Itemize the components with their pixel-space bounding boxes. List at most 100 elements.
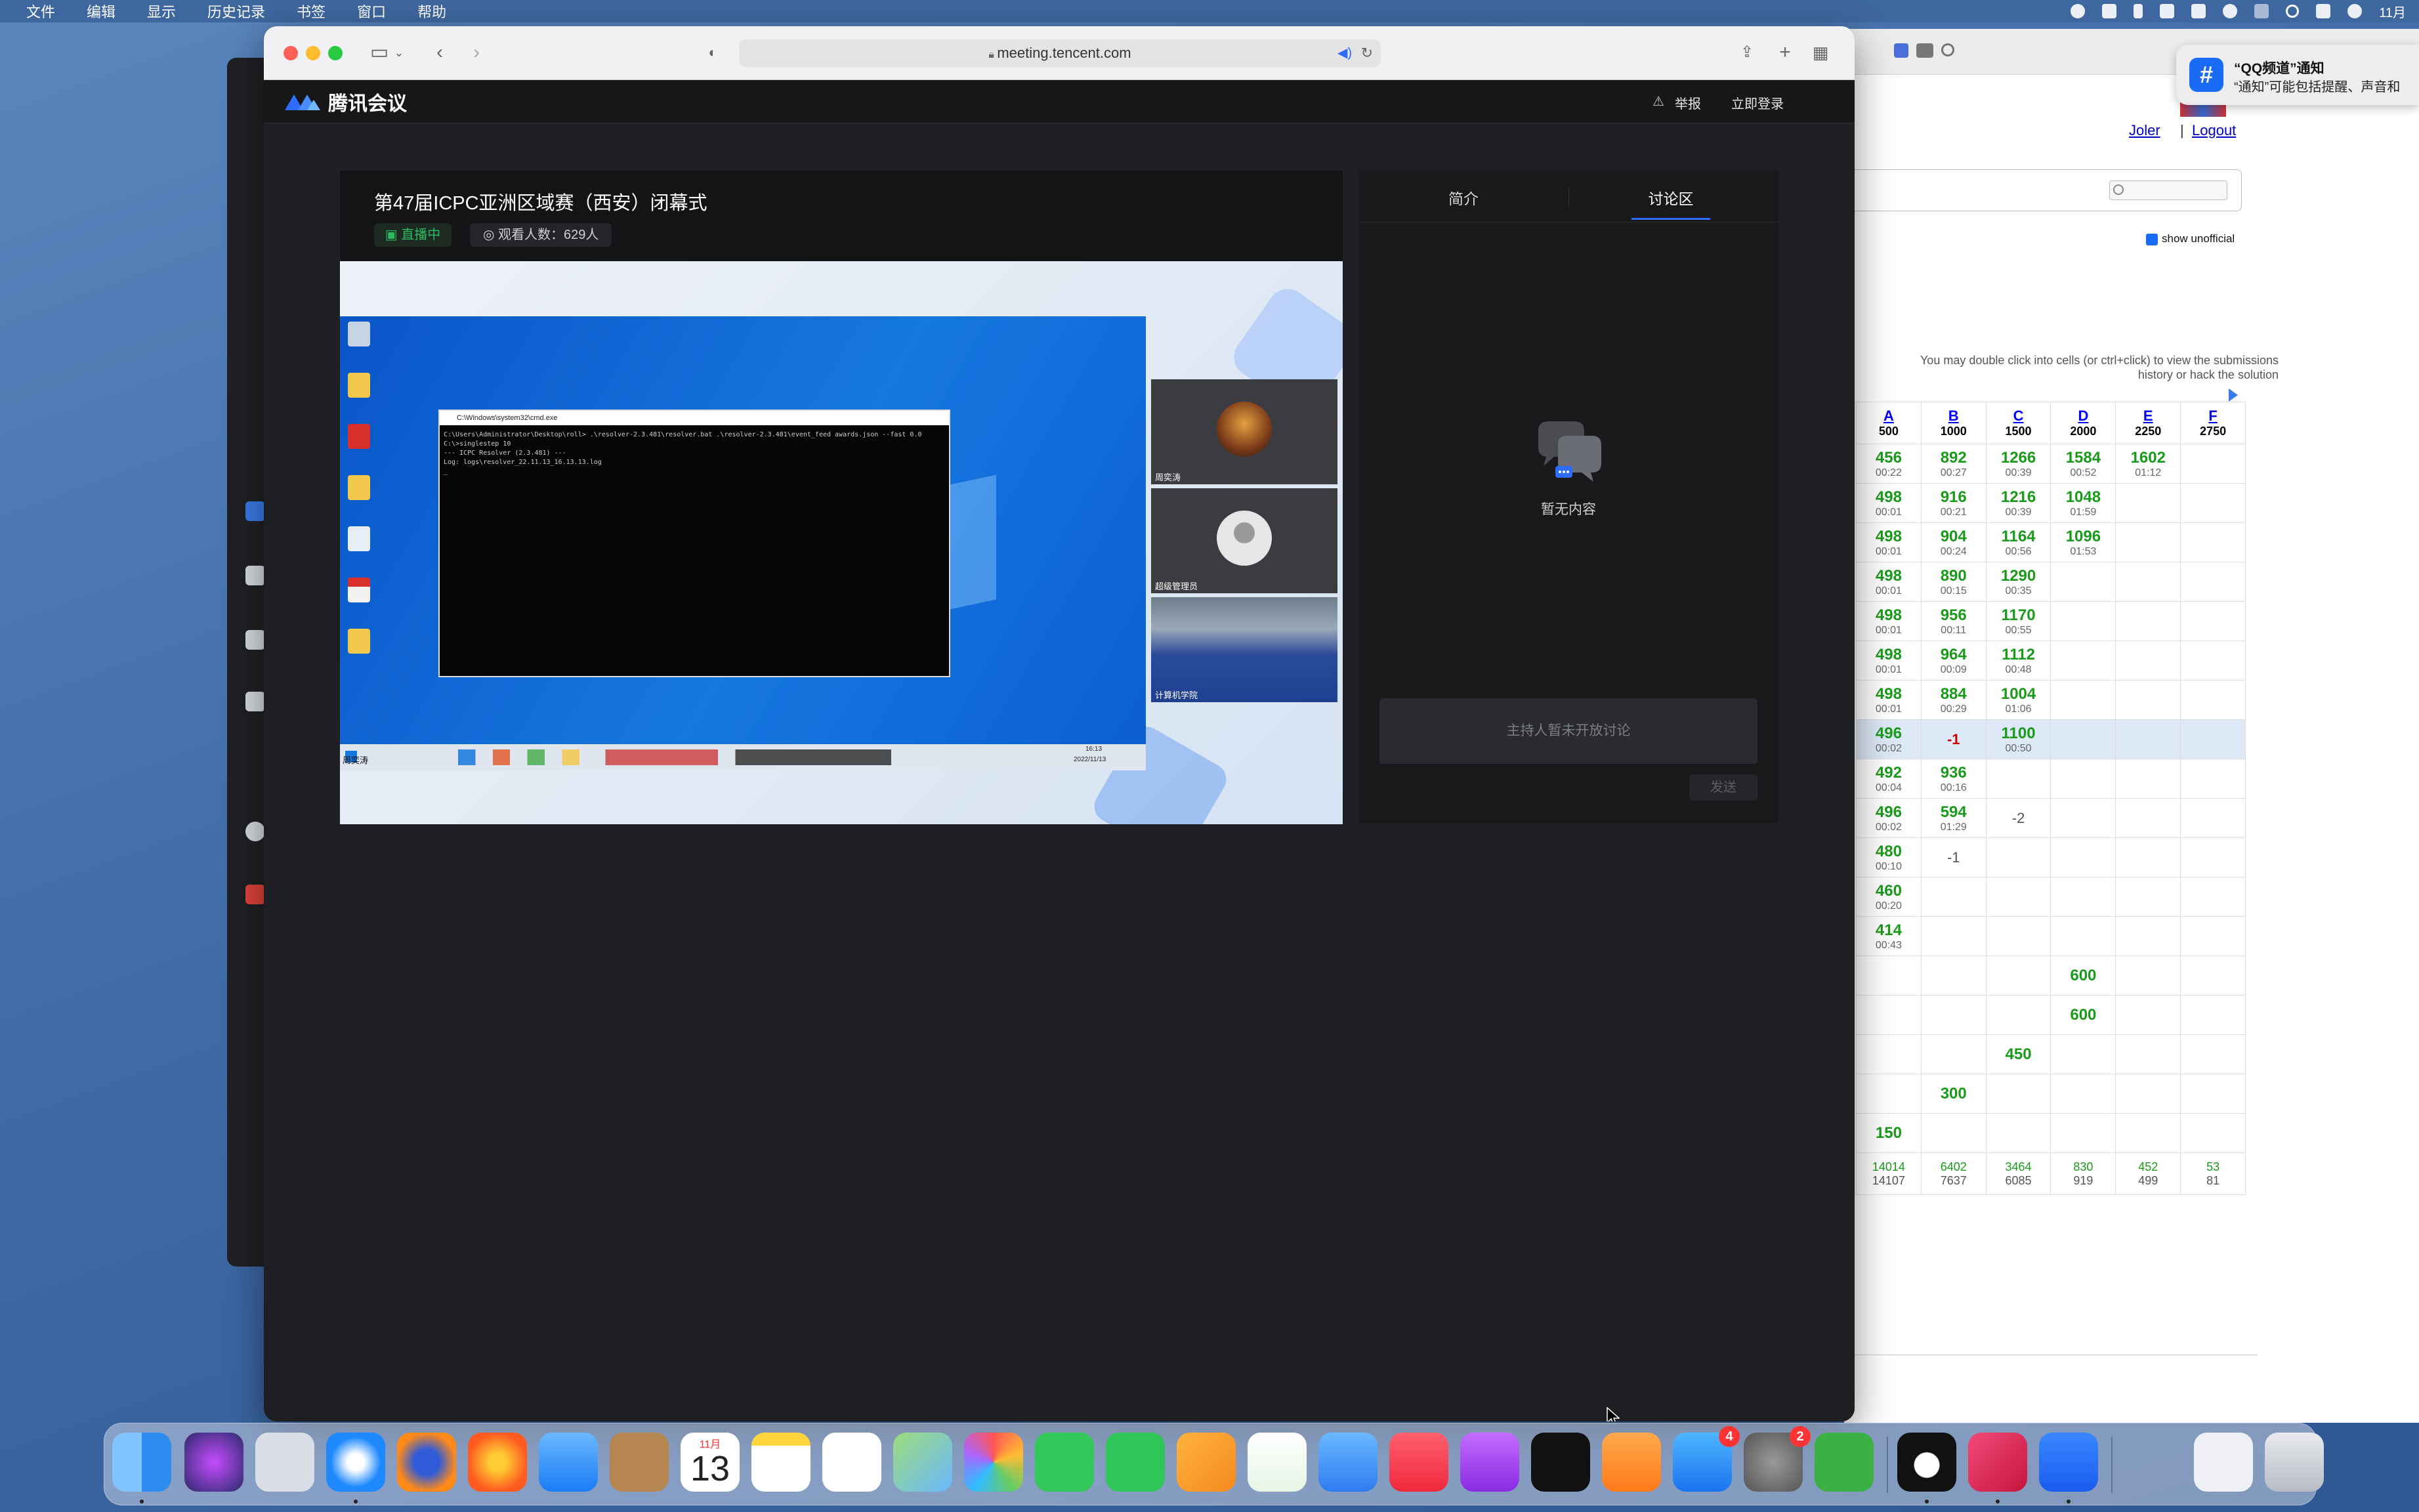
bluetooth-icon[interactable] xyxy=(2134,4,2143,18)
score-cell[interactable] xyxy=(2180,956,2246,996)
report-link[interactable]: 举报 xyxy=(1675,93,1701,112)
firefox-dev-icon[interactable] xyxy=(397,1433,456,1492)
score-cell[interactable] xyxy=(2050,680,2116,720)
score-cell[interactable]: 496 00:02 xyxy=(1856,798,1922,838)
menu-edit[interactable]: 编辑 xyxy=(87,1,116,22)
score-cell[interactable]: 492 00:04 xyxy=(1856,759,1922,799)
score-cell[interactable] xyxy=(2180,562,2246,602)
score-cell[interactable] xyxy=(2115,562,2181,602)
score-cell[interactable] xyxy=(2115,916,2181,956)
gear-icon[interactable] xyxy=(245,630,265,650)
score-cell[interactable]: 456 00:22 xyxy=(1856,444,1922,484)
score-cell[interactable] xyxy=(1856,1074,1922,1114)
score-cell[interactable] xyxy=(2180,444,2246,484)
facetime-icon[interactable] xyxy=(1106,1433,1165,1492)
score-cell[interactable] xyxy=(1920,956,1987,996)
score-cell[interactable]: 1164 00:56 xyxy=(1985,522,2051,562)
problem-column-header[interactable]: F 2750 xyxy=(2180,402,2246,444)
score-cell[interactable]: 498 00:01 xyxy=(1856,522,1922,562)
score-cell[interactable]: 892 00:27 xyxy=(1920,444,1987,484)
score-cell[interactable] xyxy=(2050,562,2116,602)
score-cell[interactable]: 414 00:43 xyxy=(1856,916,1922,956)
score-cell[interactable]: 1004 01:06 xyxy=(1985,680,2051,720)
menu-history[interactable]: 历史记录 xyxy=(207,1,265,22)
numbers-icon[interactable] xyxy=(1248,1433,1307,1492)
score-cell[interactable] xyxy=(2115,995,2181,1035)
calendar-icon[interactable]: 11月 13 xyxy=(681,1433,740,1492)
user-link[interactable]: Joler xyxy=(2129,122,2160,139)
tab-discussion[interactable]: 讨论区 xyxy=(1566,186,1776,209)
user-icon[interactable] xyxy=(245,566,265,585)
problem-column-header[interactable]: B 1000 xyxy=(1920,402,1987,444)
clock[interactable]: 11月 xyxy=(2379,2,2406,21)
new-tab-icon[interactable]: + xyxy=(1772,41,1798,64)
problem-letter[interactable]: C xyxy=(1987,408,2051,425)
help-icon[interactable] xyxy=(245,822,265,841)
score-cell[interactable] xyxy=(2050,1074,2116,1114)
score-cell[interactable]: 498 00:01 xyxy=(1856,483,1922,523)
record-icon[interactable] xyxy=(2071,4,2086,18)
score-cell[interactable] xyxy=(2180,680,2246,720)
score-cell[interactable]: 956 00:11 xyxy=(1920,601,1987,641)
safari-icon[interactable] xyxy=(326,1433,385,1492)
score-cell[interactable] xyxy=(2115,798,2181,838)
wifi-icon[interactable] xyxy=(2254,4,2269,18)
score-cell[interactable]: 498 00:01 xyxy=(1856,601,1922,641)
score-cell[interactable] xyxy=(2115,522,2181,562)
finder-icon[interactable] xyxy=(112,1433,171,1492)
score-cell[interactable]: 884 00:29 xyxy=(1920,680,1987,720)
score-cell[interactable]: 1048 01:59 xyxy=(2050,483,2116,523)
score-cell[interactable]: 450 xyxy=(1985,1034,2051,1074)
reload-icon[interactable] xyxy=(1941,43,1954,56)
score-cell[interactable]: 460 00:20 xyxy=(1856,877,1922,917)
tab-intro[interactable]: 简介 xyxy=(1358,186,1568,209)
problem-letter[interactable]: D xyxy=(2051,408,2115,425)
score-cell[interactable] xyxy=(2050,877,2116,917)
score-cell[interactable] xyxy=(2180,798,2246,838)
tab-overview-icon[interactable]: ▦ xyxy=(1807,41,1834,64)
score-cell[interactable]: 890 00:15 xyxy=(1920,562,1987,602)
audio-icon[interactable]: ◀︎) xyxy=(1337,39,1352,67)
photos-icon[interactable] xyxy=(964,1433,1023,1492)
score-cell[interactable]: 600 xyxy=(2050,956,2116,996)
tencent-meeting-dock-icon[interactable] xyxy=(2039,1433,2098,1492)
score-cell[interactable] xyxy=(2115,837,2181,877)
close-window-button[interactable] xyxy=(284,46,298,60)
pages-icon[interactable] xyxy=(1177,1433,1236,1492)
problem-column-header[interactable]: D 2000 xyxy=(2050,402,2116,444)
score-cell[interactable]: 594 01:29 xyxy=(1920,798,1987,838)
score-cell[interactable] xyxy=(2180,1074,2246,1114)
score-cell[interactable] xyxy=(2050,640,2116,681)
score-cell[interactable] xyxy=(2180,601,2246,641)
score-cell[interactable]: 1584 00:52 xyxy=(2050,444,2116,484)
qq-icon[interactable] xyxy=(1897,1433,1956,1492)
share-icon[interactable]: ⇪ xyxy=(1734,41,1760,64)
score-cell[interactable] xyxy=(2115,719,2181,759)
score-cell[interactable]: 1602 01:12 xyxy=(2115,444,2181,484)
score-cell[interactable] xyxy=(1856,995,1922,1035)
notes-icon[interactable] xyxy=(751,1433,810,1492)
score-cell[interactable]: 480 00:10 xyxy=(1856,837,1922,877)
score-cell[interactable]: 964 00:09 xyxy=(1920,640,1987,681)
score-cell[interactable]: -1 xyxy=(1920,837,1987,877)
back-icon[interactable]: ‹ xyxy=(427,41,453,64)
computer-icon[interactable] xyxy=(245,501,265,521)
firefox-icon[interactable] xyxy=(468,1433,527,1492)
menu-file[interactable]: 文件 xyxy=(26,1,55,22)
keynote-icon[interactable] xyxy=(1318,1433,1378,1492)
score-cell[interactable]: 1170 00:55 xyxy=(1985,601,2051,641)
score-cell[interactable] xyxy=(2180,759,2246,799)
mail-icon[interactable] xyxy=(539,1433,598,1492)
score-cell[interactable] xyxy=(2180,1034,2246,1074)
discussion-input[interactable]: 主持人暂未开放讨论 xyxy=(1379,698,1757,764)
scroll-right-icon[interactable] xyxy=(2229,388,2238,402)
score-cell[interactable]: 498 00:01 xyxy=(1856,562,1922,602)
send-button[interactable]: 发送 xyxy=(1689,774,1757,801)
notification-bell-icon[interactable] xyxy=(2102,4,2117,18)
vim-editor-icon[interactable] xyxy=(1815,1433,1874,1492)
books-icon[interactable] xyxy=(1602,1433,1661,1492)
score-cell[interactable] xyxy=(2115,601,2181,641)
score-cell[interactable] xyxy=(1920,995,1987,1035)
problem-letter[interactable]: F xyxy=(2181,408,2245,425)
score-cell[interactable] xyxy=(2180,483,2246,523)
